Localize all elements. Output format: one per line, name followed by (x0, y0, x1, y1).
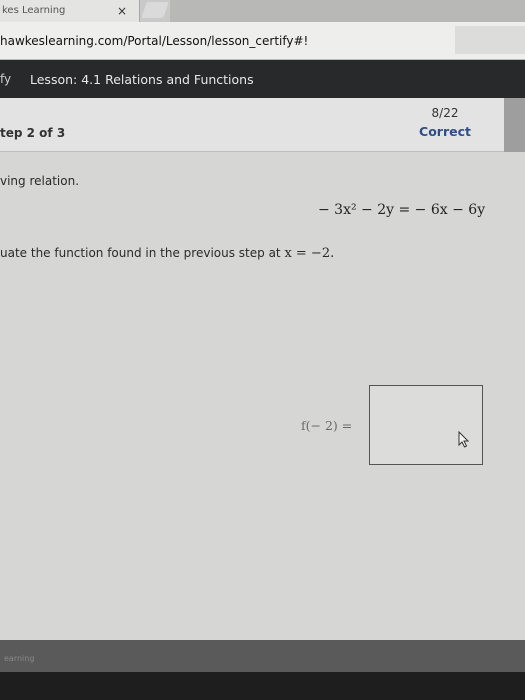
step-indicator: tep 2 of 3 (0, 126, 66, 140)
lesson-title: Lesson: 4.1 Relations and Functions (30, 72, 254, 87)
close-icon[interactable]: × (117, 0, 127, 22)
problem-prompt: ving relation. (0, 174, 80, 188)
url-field[interactable]: hawkeslearning.com/Portal/Lesson/lesson_… (0, 34, 308, 48)
score-panel: 8/22 Correct (412, 106, 478, 139)
answer-input[interactable] (369, 385, 483, 465)
screen-bezel (0, 672, 525, 700)
step-bar-edge (504, 98, 525, 152)
mode-label: fy (0, 72, 12, 86)
score-fraction: 8/22 (431, 106, 459, 120)
tab-title: kes Learning (2, 5, 66, 16)
mouse-cursor-icon (458, 431, 470, 448)
address-bar: hawkeslearning.com/Portal/Lesson/lesson_… (0, 22, 525, 60)
instruction-text: uate the function found in the previous … (0, 246, 285, 260)
footer: earning (0, 640, 525, 700)
instruction-math: x = −2. (284, 246, 335, 261)
toolbar-area (455, 26, 525, 54)
status-badge: Correct (419, 124, 471, 139)
footer-bar: earning (0, 640, 525, 672)
browser-tab-strip: kes Learning × (0, 0, 525, 22)
problem-area: ving relation. − 3x² − 2y = − 6x − 6y ua… (0, 152, 525, 640)
browser-tab[interactable]: kes Learning × (0, 0, 140, 22)
new-tab-button[interactable] (141, 2, 169, 18)
lesson-header: fy Lesson: 4.1 Relations and Functions (0, 60, 525, 98)
step-bar: tep 2 of 3 8/22 Correct (0, 98, 525, 152)
tab-strip-empty (170, 0, 525, 22)
answer-label: f(− 2) = (301, 418, 353, 433)
footer-brand: earning (4, 654, 35, 663)
instruction: uate the function found in the previous … (0, 246, 334, 261)
relation-equation: − 3x² − 2y = − 6x − 6y (318, 202, 486, 218)
